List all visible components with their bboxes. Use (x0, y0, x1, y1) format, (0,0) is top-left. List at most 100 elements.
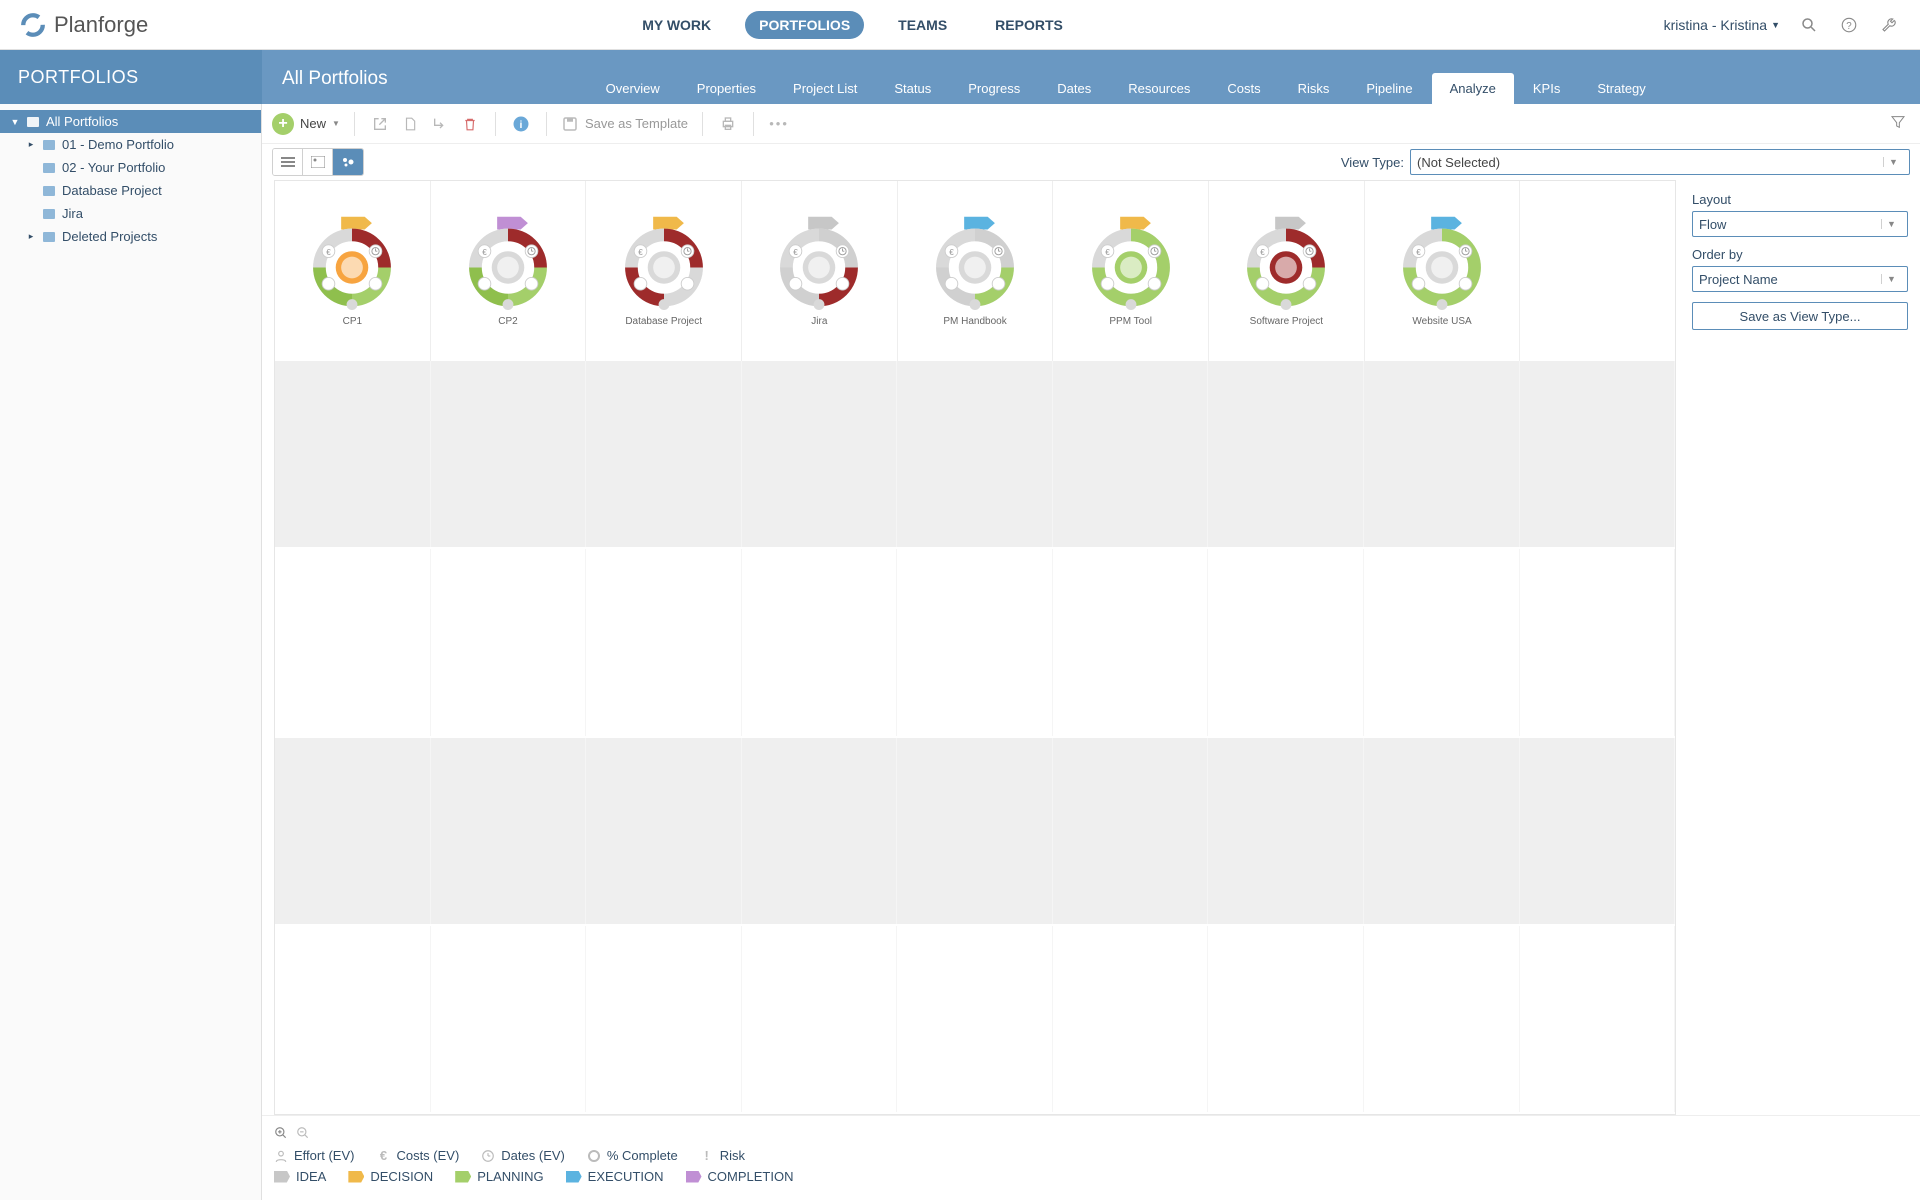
tab-properties[interactable]: Properties (679, 73, 774, 104)
trash-icon[interactable] (459, 113, 481, 135)
main-layout: ▼ All Portfolios ▸ 01 - Demo Portfolio 0… (0, 104, 1920, 1200)
zoom-controls (274, 1126, 1908, 1140)
layout-select[interactable]: Flow ▼ (1692, 211, 1908, 237)
open-external-icon[interactable] (369, 113, 391, 135)
folder-icon (42, 161, 56, 175)
tab-strategy[interactable]: Strategy (1579, 73, 1663, 104)
project-name: PM Handbook (943, 316, 1006, 327)
project-donut: € (764, 215, 874, 310)
order-by-select[interactable]: Project Name ▼ (1692, 266, 1908, 292)
tab-pipeline[interactable]: Pipeline (1348, 73, 1430, 104)
tab-dates[interactable]: Dates (1039, 73, 1109, 104)
help-icon[interactable]: ? (1838, 14, 1860, 36)
folder-icon (42, 184, 56, 198)
svg-text:€: € (638, 248, 643, 257)
zoom-in-icon[interactable] (274, 1126, 288, 1140)
caret-down-icon: ▼ (1881, 274, 1901, 284)
tree-item-label: Deleted Projects (62, 229, 157, 244)
move-icon[interactable] (429, 113, 451, 135)
top-nav-portfolios[interactable]: PORTFOLIOS (745, 11, 864, 39)
sub-header: PORTFOLIOS All Portfolios OverviewProper… (0, 50, 1920, 104)
tab-row: OverviewPropertiesProject ListStatusProg… (588, 73, 1665, 104)
expand-icon[interactable]: ▸ (26, 231, 36, 242)
tab-kpis[interactable]: KPIs (1515, 73, 1578, 104)
tree-item-label: 01 - Demo Portfolio (62, 137, 174, 152)
document-icon[interactable] (399, 113, 421, 135)
save-template-button[interactable]: Save as Template (561, 115, 688, 133)
page-header: All Portfolios OverviewPropertiesProject… (262, 68, 1920, 104)
person-icon (274, 1149, 288, 1163)
svg-text:€: € (949, 248, 954, 257)
project-name: Website USA (1412, 316, 1471, 327)
caret-down-icon: ▼ (1883, 157, 1903, 167)
legend-item: Effort (EV) (274, 1148, 354, 1163)
project-card[interactable]: € CP2 (431, 181, 587, 361)
legend-item: % Complete (587, 1148, 678, 1163)
caret-down-icon: ▼ (332, 119, 340, 128)
zoom-out-icon[interactable] (296, 1126, 310, 1140)
project-card[interactable]: € Database Project (586, 181, 742, 361)
top-right: kristina - Kristina ▼ ? (1664, 14, 1900, 36)
view-type-select[interactable]: (Not Selected) ▼ (1410, 149, 1910, 175)
svg-text:€: € (1261, 248, 1266, 257)
view-type-value: (Not Selected) (1417, 155, 1500, 170)
more-icon[interactable]: ••• (768, 113, 790, 135)
project-donut: € (1387, 215, 1497, 310)
tree-item[interactable]: Jira (0, 202, 261, 225)
info-icon[interactable]: i (510, 113, 532, 135)
view-mode-card[interactable] (303, 149, 333, 175)
project-card[interactable]: € PM Handbook (898, 181, 1054, 361)
tree-item[interactable]: Database Project (0, 179, 261, 202)
legend-label: Costs (EV) (396, 1148, 459, 1163)
tab-risks[interactable]: Risks (1280, 73, 1348, 104)
tree-item-label: Jira (62, 206, 83, 221)
tab-progress[interactable]: Progress (950, 73, 1038, 104)
clock-icon (481, 1149, 495, 1163)
phase-chip-icon (274, 1171, 290, 1183)
phase-chip-icon (455, 1171, 471, 1183)
svg-text:€: € (794, 248, 799, 257)
tab-status[interactable]: Status (876, 73, 949, 104)
tab-analyze[interactable]: Analyze (1432, 73, 1514, 104)
legend-label: DECISION (370, 1169, 433, 1184)
folder-icon (42, 138, 56, 152)
top-nav-teams[interactable]: TEAMS (884, 11, 961, 39)
euro-icon: € (376, 1149, 390, 1163)
tree-item[interactable]: ▸ Deleted Projects (0, 225, 261, 248)
legend-label: IDEA (296, 1169, 326, 1184)
save-view-type-button[interactable]: Save as View Type... (1692, 302, 1908, 330)
legend-item: !Risk (700, 1148, 745, 1163)
tab-costs[interactable]: Costs (1209, 73, 1278, 104)
wrench-icon[interactable] (1878, 14, 1900, 36)
tab-resources[interactable]: Resources (1110, 73, 1208, 104)
top-nav-reports[interactable]: REPORTS (981, 11, 1077, 39)
filter-icon[interactable] (1890, 114, 1910, 134)
project-card[interactable]: € PPM Tool (1053, 181, 1209, 361)
sidebar-title-text: PORTFOLIOS (18, 67, 139, 88)
project-card[interactable]: € CP1 (275, 181, 431, 361)
tab-project-list[interactable]: Project List (775, 73, 875, 104)
phase-chip-icon (566, 1171, 582, 1183)
user-menu[interactable]: kristina - Kristina ▼ (1664, 17, 1780, 33)
tab-overview[interactable]: Overview (588, 73, 678, 104)
view-mode-bubble[interactable] (333, 149, 363, 175)
caret-down-icon: ▼ (1881, 219, 1901, 229)
footer-legend: Effort (EV)€Costs (EV)Dates (EV)% Comple… (262, 1115, 1920, 1200)
search-icon[interactable] (1798, 14, 1820, 36)
tree-item[interactable]: 02 - Your Portfolio (0, 156, 261, 179)
excl-icon: ! (700, 1149, 714, 1163)
expand-icon[interactable]: ▸ (26, 139, 36, 150)
collapse-icon[interactable]: ▼ (10, 117, 20, 127)
tree-item[interactable]: ▸ 01 - Demo Portfolio (0, 133, 261, 156)
tree-item-label: 02 - Your Portfolio (62, 160, 165, 175)
print-icon[interactable] (717, 113, 739, 135)
legend-phases: IDEADECISIONPLANNINGEXECUTIONCOMPLETION (274, 1169, 1908, 1184)
project-card[interactable]: € Software Project (1209, 181, 1365, 361)
new-button[interactable]: + New ▼ (272, 113, 340, 135)
view-type-label: View Type: (1341, 155, 1404, 170)
project-card[interactable]: € Jira (742, 181, 898, 361)
top-nav-my-work[interactable]: MY WORK (628, 11, 725, 39)
project-card[interactable]: € Website USA (1365, 181, 1521, 361)
view-mode-list[interactable] (273, 149, 303, 175)
tree-root[interactable]: ▼ All Portfolios (0, 110, 261, 133)
